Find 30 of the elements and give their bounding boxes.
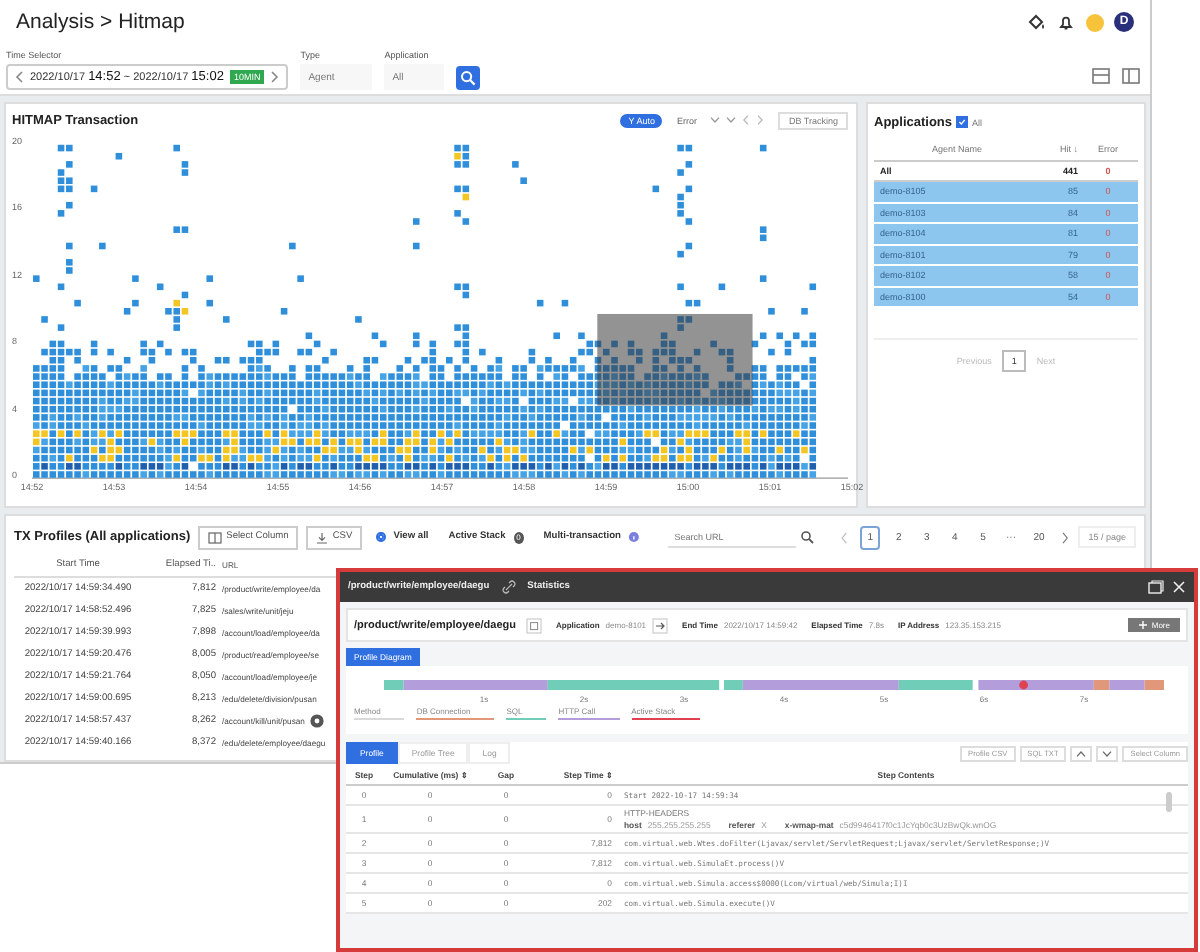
download-icon [316, 531, 329, 543]
checkbox[interactable] [956, 116, 969, 128]
close-icon[interactable] [1172, 580, 1186, 594]
bell-icon[interactable] [1056, 12, 1076, 33]
check-icon [958, 116, 967, 128]
paint-bucket-icon[interactable] [1026, 12, 1046, 33]
search-icon [460, 70, 477, 86]
scrollbar-thumb[interactable] [1166, 792, 1172, 812]
scroll-up-button[interactable] [1070, 745, 1093, 761]
panel-layout-icon[interactable] [1092, 68, 1110, 84]
chevron-left-icon [14, 70, 24, 84]
split-layout-icon[interactable] [1122, 68, 1140, 84]
link-icon [501, 580, 516, 594]
chevron-right-icon[interactable] [756, 114, 765, 126]
plus-icon [1137, 620, 1148, 630]
chevron-down-icon [1102, 749, 1113, 757]
arrow-right-icon[interactable] [652, 617, 669, 633]
copy-icon[interactable] [526, 617, 542, 633]
selection-area[interactable] [597, 313, 753, 406]
page-title: Analysis > Hitmap [16, 10, 185, 35]
search-button[interactable] [456, 66, 481, 90]
chevron-up-icon [1076, 749, 1087, 757]
radio-button[interactable] [376, 532, 386, 542]
chevron-left-icon[interactable] [742, 114, 751, 126]
info-icon [628, 530, 641, 544]
columns-icon [208, 531, 223, 543]
restore-icon[interactable] [1148, 580, 1164, 594]
scroll-down-button[interactable] [1096, 745, 1119, 761]
search-icon [800, 530, 815, 544]
chevron-right-icon [270, 70, 281, 84]
